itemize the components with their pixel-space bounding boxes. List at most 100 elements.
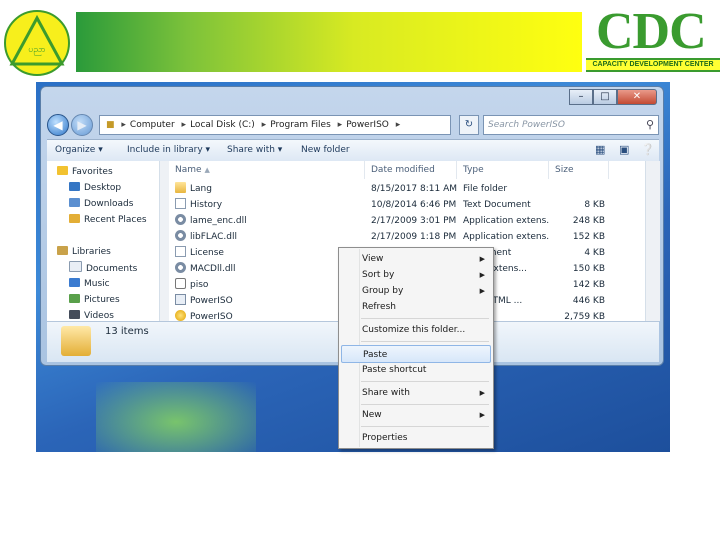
address-bar[interactable]: ■ ▸ Computer ▸ Local Disk (C:) ▸ Program Fi… (99, 115, 451, 135)
menu-item-refresh[interactable]: Refresh (341, 298, 491, 316)
file-type: Text Document (463, 197, 549, 213)
file-name-text: License (190, 248, 224, 258)
nav-documents[interactable]: Documents (69, 261, 137, 275)
file-size-text: 248 KB (572, 216, 605, 226)
breadcrumb-program-files[interactable]: Program Files (270, 120, 331, 130)
view-options-icon[interactable]: ▦ (595, 142, 605, 158)
file-type-text: Application extens... (463, 216, 549, 226)
context-menu: View ▶ Sort by ▶ Group by ▶ Refresh Customi… (338, 247, 494, 449)
cdc-tagline: CAPACITY DEVELOPMENT CENTER (586, 58, 720, 72)
maximize-icon[interactable]: □ (593, 89, 617, 105)
breadcrumb-local-disk[interactable]: Local Disk (C:) (190, 120, 255, 130)
menu-item-paste-shortcut[interactable]: Paste shortcut (341, 361, 491, 379)
file-name-text: libFLAC.dll (190, 232, 237, 242)
file-size-text: 150 KB (572, 264, 605, 274)
nav-libraries[interactable]: Libraries (57, 245, 111, 259)
nav-desktop[interactable]: Desktop (69, 181, 121, 195)
file-row[interactable]: Lang 8/15/2017 8:11 AM File folder (169, 181, 645, 197)
nav-recent-places[interactable]: Recent Places (69, 213, 147, 227)
file-size: 248 KB (549, 213, 605, 229)
file-size: 152 KB (549, 229, 605, 245)
nav-music[interactable]: Music (69, 277, 110, 291)
nav-pictures[interactable]: Pictures (69, 293, 120, 307)
navigation-pane: Favorites Desktop Downloads Recent Place… (47, 161, 160, 321)
nav-downloads[interactable]: Downloads (69, 197, 133, 211)
breadcrumb-poweriso[interactable]: PowerISO (346, 120, 389, 130)
star-icon (57, 166, 68, 175)
file-name: piso (175, 277, 361, 293)
sort-up-icon: ▲ (204, 166, 210, 174)
file-type-text: File folder (463, 184, 508, 194)
dll-file-icon (175, 230, 186, 241)
minimize-icon[interactable]: – (569, 89, 593, 105)
piso-app-icon (175, 278, 186, 289)
back-arrow-icon[interactable]: ◀ (47, 114, 69, 136)
item-count: 13 items (105, 326, 149, 337)
menu-separator (361, 341, 489, 342)
file-row[interactable]: History 10/8/2014 6:46 PM Text Document 8 K… (169, 197, 645, 213)
column-header-type[interactable]: Type (457, 161, 549, 179)
refresh-icon[interactable]: ↻ (459, 115, 479, 135)
music-icon (69, 278, 80, 287)
search-icon: ⚲ (645, 118, 654, 131)
file-type: Application extens... (463, 229, 549, 245)
text-file-icon (175, 198, 186, 209)
column-header-size[interactable]: Size (549, 161, 609, 179)
file-name-text: History (190, 200, 223, 210)
menu-separator (361, 426, 489, 427)
videos-icon (69, 310, 80, 319)
organize-button[interactable]: Organize ▾ (55, 140, 103, 160)
file-row[interactable]: libFLAC.dll 2/17/2009 1:18 PM Application … (169, 229, 645, 245)
file-name-text: piso (190, 280, 209, 290)
forward-arrow-icon[interactable]: ▶ (71, 114, 93, 136)
file-type-text: Application extens... (463, 232, 549, 242)
file-name: PowerISO (175, 293, 361, 309)
breadcrumb-computer[interactable]: Computer (130, 120, 175, 130)
file-date: 8/15/2017 8:11 AM (371, 181, 457, 197)
poweriso-app-icon (175, 310, 186, 321)
close-icon[interactable]: ✕ (617, 89, 657, 105)
file-size-text: 152 KB (572, 232, 605, 242)
file-list-scrollbar[interactable] (645, 161, 660, 321)
new-folder-button[interactable]: New folder (301, 140, 350, 160)
file-date: 2/17/2009 1:18 PM (371, 229, 457, 245)
pictures-icon (69, 294, 80, 303)
file-date: 10/8/2014 6:46 PM (371, 197, 457, 213)
file-name: lame_enc.dll (175, 213, 361, 229)
file-size-text: 8 KB (584, 200, 605, 210)
command-bar: Organize ▾ Include in library ▾ Share wi… (47, 139, 659, 163)
file-name: History (175, 197, 361, 213)
left-logo: ပညာ (4, 10, 70, 76)
recent-places-icon (69, 214, 80, 223)
file-name-text: MACDll.dll (190, 264, 236, 274)
text-file-icon (175, 246, 186, 257)
include-in-library-button[interactable]: Include in library ▾ (127, 140, 210, 160)
file-size: 8 KB (549, 197, 605, 213)
column-header-name[interactable]: Name ▲ (169, 161, 365, 179)
file-size-text: 4 KB (584, 248, 605, 258)
desktop-icon (69, 182, 80, 191)
desktop-wallpaper-glow (96, 382, 256, 452)
menu-item-new[interactable]: New ▶ (341, 406, 491, 424)
help-icon[interactable]: ❔ (641, 142, 655, 158)
menu-separator (361, 404, 489, 405)
column-header-date[interactable]: Date modified (365, 161, 457, 179)
file-name: MACDll.dll (175, 261, 361, 277)
submenu-arrow-icon: ▶ (479, 411, 485, 419)
nav-favorites[interactable]: Favorites (57, 165, 113, 179)
cdc-logo: CDC CAPACITY DEVELOPMENT CENTER (586, 6, 720, 74)
preview-pane-icon[interactable]: ▣ (619, 142, 629, 158)
window-caption-buttons: – □ ✕ (569, 89, 657, 105)
file-row[interactable]: lame_enc.dll 2/17/2009 3:01 PM Application… (169, 213, 645, 229)
menu-item-customize-folder[interactable]: Customize this folder... (341, 321, 491, 339)
menu-item-share-with[interactable]: Share with ▶ (341, 384, 491, 402)
header-banner (76, 12, 582, 72)
menu-item-properties[interactable]: Properties (341, 429, 491, 447)
search-input[interactable]: Search PowerISO ⚲ (483, 115, 659, 135)
submenu-arrow-icon: ▶ (479, 389, 485, 397)
search-placeholder: Search PowerISO (488, 120, 565, 130)
file-size: 446 KB (549, 293, 605, 309)
file-type: File folder (463, 181, 549, 197)
file-date-text: 8/15/2017 8:11 AM (371, 184, 457, 194)
share-with-button[interactable]: Share with ▾ (227, 140, 282, 160)
